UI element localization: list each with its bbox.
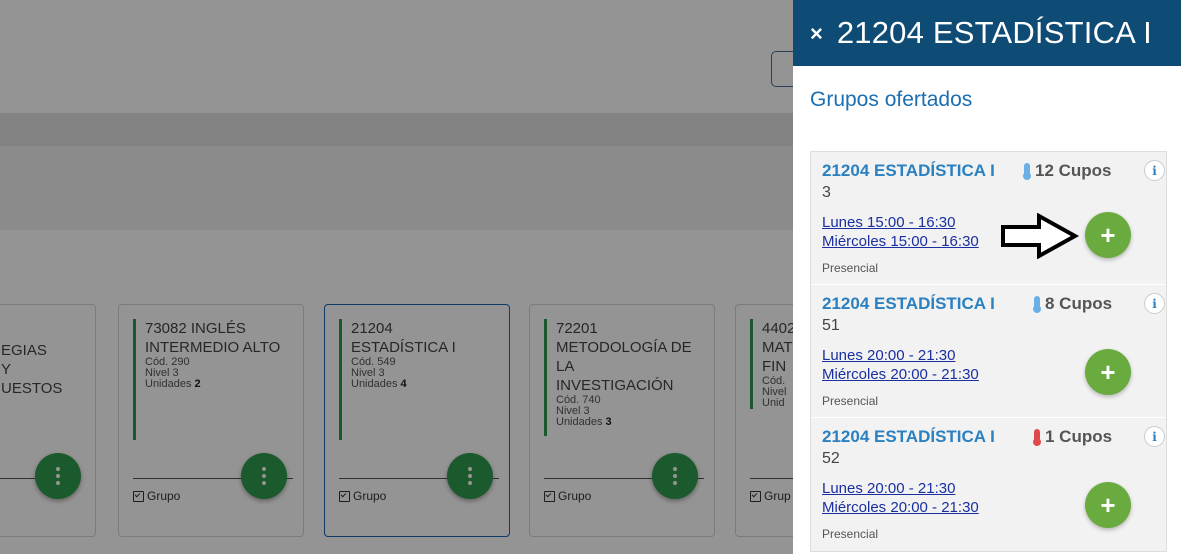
offer-card: 21204 ESTADÍSTICA I 52 1 Cupos i Lunes 2… <box>811 418 1166 551</box>
offer-seats-label: 12 Cupos <box>1035 161 1112 180</box>
offer-seats: 8 Cupos <box>1033 294 1112 314</box>
schedule-link[interactable]: Lunes 20:00 - 21:30 <box>822 347 955 364</box>
offer-list: 21204 ESTADÍSTICA I 3 12 Cupos i Lunes 1… <box>810 151 1167 552</box>
info-icon[interactable]: i <box>1144 293 1165 314</box>
offer-course-name: 21204 ESTADÍSTICA I <box>822 161 995 180</box>
offer-course-name: 21204 ESTADÍSTICA I <box>822 294 995 313</box>
offer-modality: Presencial <box>822 527 879 541</box>
section-title: Grupos ofertados <box>810 88 973 111</box>
offer-modality: Presencial <box>822 261 879 275</box>
offer-group-number: 52 <box>822 450 840 467</box>
thermometer-icon <box>1033 429 1041 446</box>
add-group-button[interactable]: + <box>1085 482 1131 528</box>
schedule-link[interactable]: Miércoles 15:00 - 16:30 <box>822 233 979 250</box>
schedule-link[interactable]: Miércoles 20:00 - 21:30 <box>822 366 979 383</box>
groups-side-panel: × 21204 ESTADÍSTICA I Grupos ofertados 2… <box>793 0 1181 554</box>
offer-course-name: 21204 ESTADÍSTICA I <box>822 427 995 446</box>
modal-overlay[interactable] <box>0 0 795 554</box>
schedule-link[interactable]: Miércoles 20:00 - 21:30 <box>822 499 979 516</box>
offer-modality: Presencial <box>822 394 879 408</box>
annotation-arrow-icon <box>1001 213 1080 259</box>
offer-seats-label: 8 Cupos <box>1045 294 1113 313</box>
info-icon[interactable]: i <box>1144 426 1165 447</box>
add-group-button[interactable]: + <box>1085 349 1131 395</box>
offer-seats-label: 1 Cupos <box>1045 427 1113 446</box>
panel-title: 21204 ESTADÍSTICA I <box>836 15 1152 50</box>
offer-card: 21204 ESTADÍSTICA I 3 12 Cupos i Lunes 1… <box>811 152 1166 285</box>
offer-card: 21204 ESTADÍSTICA I 51 8 Cupos i Lunes 2… <box>811 285 1166 418</box>
offer-seats: 1 Cupos <box>1033 427 1112 447</box>
offer-group-number: 3 <box>822 184 831 201</box>
offer-group-number: 51 <box>822 317 840 334</box>
thermometer-icon <box>1033 296 1041 313</box>
thermometer-icon <box>1023 163 1031 180</box>
info-icon[interactable]: i <box>1144 160 1165 181</box>
schedule-link[interactable]: Lunes 20:00 - 21:30 <box>822 480 955 497</box>
panel-header: × 21204 ESTADÍSTICA I <box>793 0 1181 66</box>
offer-seats: 12 Cupos <box>1023 161 1112 181</box>
add-group-button[interactable]: + <box>1085 212 1131 258</box>
close-icon[interactable]: × <box>810 21 823 47</box>
schedule-link[interactable]: Lunes 15:00 - 16:30 <box>822 214 955 231</box>
